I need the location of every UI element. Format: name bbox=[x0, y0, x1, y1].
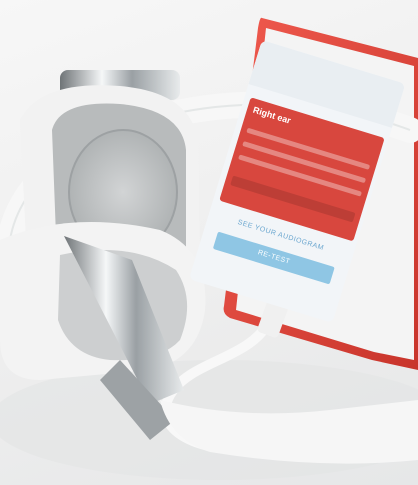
product-photo: Right ear SEE YOUR AUDIOGRAM RE-TEST bbox=[0, 0, 418, 485]
result-footer bbox=[230, 175, 356, 223]
retest-button[interactable]: RE-TEST bbox=[212, 231, 335, 285]
card-title: Right ear bbox=[251, 104, 293, 126]
